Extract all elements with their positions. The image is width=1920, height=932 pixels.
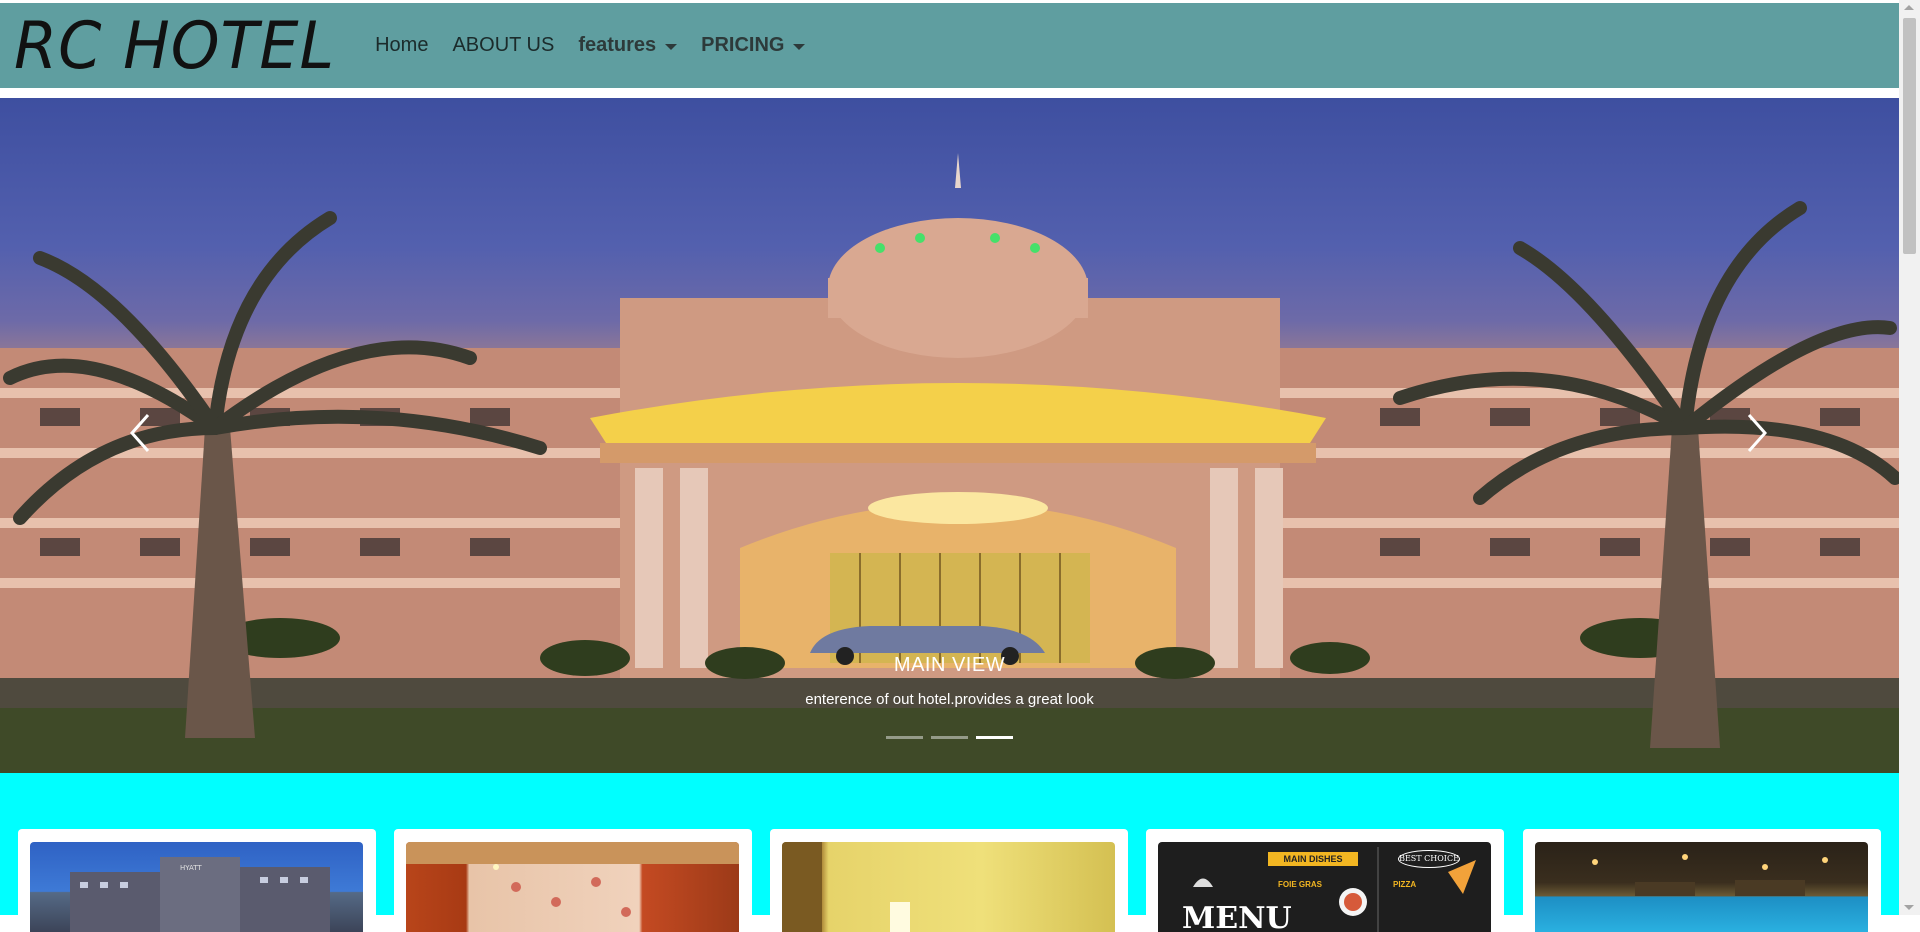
nav-features-dropdown[interactable]: features — [568, 26, 687, 65]
carousel-caption-title: MAIN VIEW — [893, 654, 1006, 676]
carousel-indicator-1[interactable] — [886, 736, 923, 739]
nav-home-label: Home — [375, 34, 429, 56]
scroll-up-icon[interactable] — [1904, 5, 1914, 10]
nav-menu: Home ABOUT US features PRICING — [365, 26, 815, 65]
cards-section: HYATT MAIN DISHES BEST CHOICE FOIE GRAS … — [0, 773, 1899, 932]
card-bedroom[interactable] — [770, 829, 1128, 932]
carousel-caption-text: enterence of out hotel.provides a great … — [805, 691, 1094, 708]
card-menu[interactable]: MAIN DISHES BEST CHOICE FOIE GRAS PIZZA … — [1146, 829, 1504, 932]
carousel-indicators — [886, 736, 1013, 739]
carousel-indicator-2[interactable] — [931, 736, 968, 739]
chevron-right-icon — [1747, 414, 1768, 452]
nav-features-label: features — [578, 34, 657, 56]
page: RC HOTEL Home ABOUT US features PRICING — [0, 0, 1899, 932]
carousel-next-button[interactable] — [1727, 398, 1787, 468]
carousel-indicator-3[interactable] — [976, 736, 1013, 739]
card-hotel[interactable]: HYATT — [18, 829, 376, 932]
menu-image: MAIN DISHES BEST CHOICE FOIE GRAS PIZZA … — [1158, 842, 1491, 932]
scrollbar-thumb[interactable] — [1903, 18, 1916, 254]
nav-about-label: ABOUT US — [452, 34, 555, 56]
caret-down-icon — [793, 43, 806, 50]
page-scrollbar[interactable] — [1899, 0, 1920, 915]
caret-down-icon — [665, 43, 678, 50]
card-room[interactable] — [394, 829, 752, 932]
pool-night-image — [1535, 842, 1868, 932]
room-interior-image — [406, 842, 739, 932]
nav-about-link[interactable]: ABOUT US — [442, 26, 564, 65]
carousel-prev-button[interactable] — [110, 398, 170, 468]
navbar: RC HOTEL Home ABOUT US features PRICING — [0, 3, 1899, 88]
nav-pricing-dropdown[interactable]: PRICING — [691, 26, 815, 65]
nav-pricing-label: PRICING — [701, 34, 785, 56]
hero-carousel: MAIN VIEW enterence of out hotel.provide… — [0, 98, 1899, 773]
nav-home-link[interactable]: Home — [365, 26, 438, 65]
scroll-down-icon[interactable] — [1904, 905, 1914, 910]
bedroom-image — [782, 842, 1115, 932]
card-pool[interactable] — [1523, 829, 1881, 932]
chevron-left-icon — [129, 414, 150, 452]
hotel-exterior-image: HYATT — [30, 842, 363, 932]
hotel-sign-text: HYATT — [180, 864, 202, 872]
menu-title-text: MENU — [1182, 901, 1292, 932]
brand-logo[interactable]: RC HOTEL — [14, 7, 335, 84]
